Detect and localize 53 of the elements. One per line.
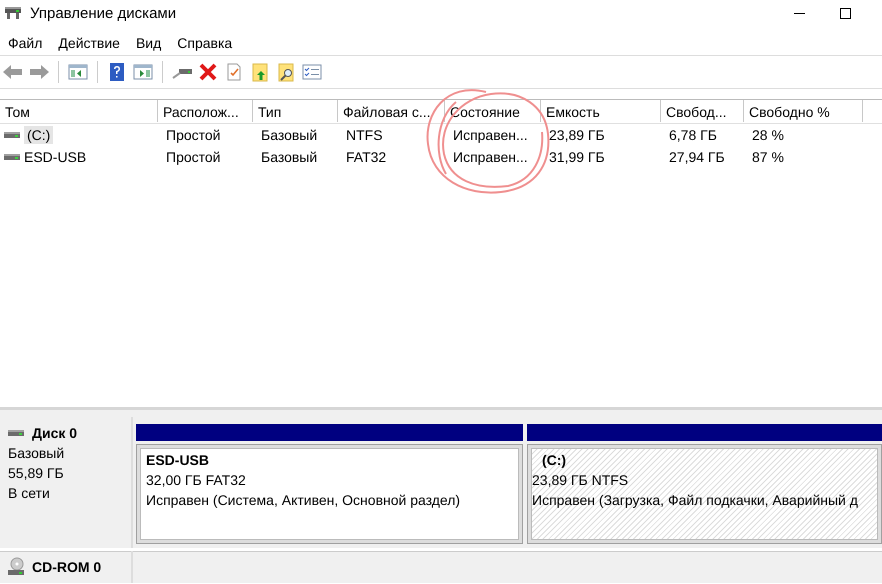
table-cell: Базовый — [261, 127, 318, 143]
column-header[interactable]: Состояние — [445, 100, 541, 122]
table-cell: 87 % — [752, 149, 784, 165]
partition-size: 32,00 ГБ FAT32 — [146, 471, 247, 490]
checklist-icon[interactable] — [301, 62, 323, 82]
window-title: Управление дисками — [30, 4, 176, 22]
disk-info: Базовый — [8, 444, 66, 463]
partition-name: ESD-USB — [146, 451, 210, 470]
table-cell: Базовый — [261, 149, 318, 165]
partition-status: Исправен (Загрузка, Файл подкачки, Аварийный д — [532, 491, 859, 510]
disk-name[interactable]: Диск 0 — [32, 423, 78, 443]
table-cell: Исправен... — [453, 127, 528, 143]
menu-item[interactable]: Вид — [128, 35, 170, 51]
partition-size: 23,89 ГБ NTFS — [532, 471, 630, 490]
drive-icon — [4, 153, 20, 161]
column-header[interactable]: Располож... — [158, 100, 253, 122]
drive-icon — [8, 429, 24, 437]
disk-name[interactable]: CD-ROM 0 — [32, 557, 102, 577]
volume-name[interactable]: ESD-USB — [24, 149, 86, 165]
table-cell: Исправен... — [453, 149, 528, 165]
menu-item[interactable]: Действие — [50, 35, 128, 51]
panel-icon[interactable] — [67, 62, 89, 82]
column-header[interactable]: Свобод... — [661, 100, 744, 122]
table-cell: FAT32 — [346, 149, 386, 165]
column-header[interactable]: Емкость — [541, 100, 661, 122]
panel-icon[interactable] — [132, 62, 154, 82]
table-cell: 31,99 ГБ — [549, 149, 605, 165]
partition-name: (C:) — [541, 451, 568, 470]
menu-item[interactable]: Файл — [0, 35, 50, 51]
menu-item[interactable]: Справка — [169, 35, 240, 51]
column-header[interactable]: Тип — [253, 100, 338, 122]
minimize-icon[interactable] — [794, 12, 804, 14]
column-header[interactable]: Том — [0, 100, 158, 122]
volume-name[interactable]: (C:) — [24, 126, 54, 144]
disk-info: 55,89 ГБ — [8, 464, 65, 483]
table-cell: NTFS — [346, 127, 383, 143]
table-cell: 28 % — [752, 127, 784, 143]
table-cell: 27,94 ГБ — [669, 149, 725, 165]
delete-icon[interactable] — [197, 62, 219, 82]
disk-info: В сети — [8, 484, 51, 503]
table-cell: Простой — [166, 127, 220, 143]
column-header[interactable]: Свободно % — [744, 100, 863, 122]
column-header[interactable]: Файловая с... — [338, 100, 445, 122]
back-arrow-icon[interactable] — [2, 62, 24, 82]
forward-arrow-icon[interactable] — [28, 62, 50, 82]
table-cell: 6,78 ГБ — [669, 127, 717, 143]
drive-icon — [4, 131, 20, 139]
app-icon — [4, 6, 22, 20]
table-cell: Простой — [166, 149, 220, 165]
partition-status: Исправен (Система, Активен, Основной раздел) — [146, 491, 462, 510]
cd-drive-icon — [8, 557, 24, 577]
maximize-icon[interactable] — [840, 8, 850, 18]
table-cell: 23,89 ГБ — [549, 127, 605, 143]
